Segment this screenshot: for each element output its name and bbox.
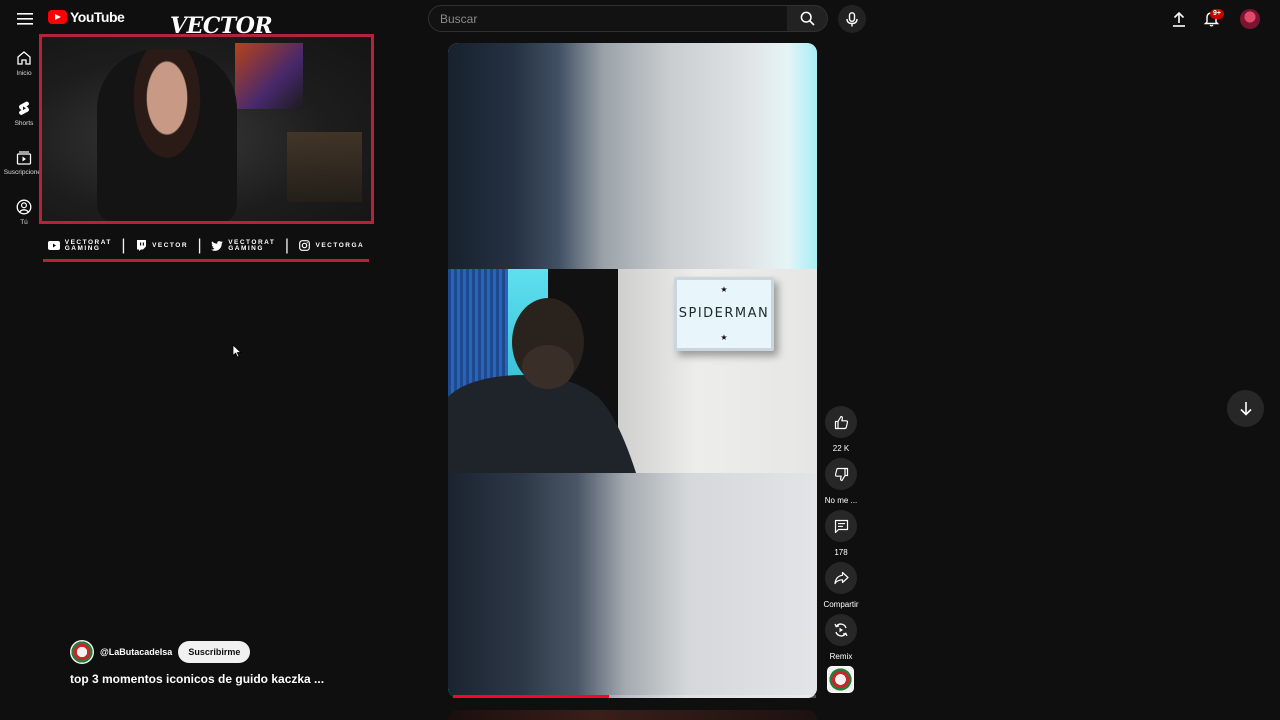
remix-button[interactable] xyxy=(825,614,857,646)
video-progress-bar[interactable] xyxy=(453,695,816,698)
star-icon: ★ xyxy=(720,285,728,295)
comments-button[interactable] xyxy=(825,510,857,542)
social-youtube-text: VECTORAT GAMING xyxy=(64,239,112,252)
search-icon xyxy=(800,11,815,26)
thumbs-up-icon xyxy=(834,415,848,429)
share-icon xyxy=(833,571,849,585)
divider: | xyxy=(121,236,126,254)
streamer-name: VECTOR xyxy=(170,13,273,39)
create-button[interactable] xyxy=(1168,8,1190,30)
upload-icon xyxy=(1173,11,1185,27)
search-input[interactable] xyxy=(429,6,787,31)
video-frame-bottom xyxy=(448,473,817,698)
social-line1: VECTORGA xyxy=(315,241,365,249)
youtube-icon xyxy=(47,241,60,251)
divider: | xyxy=(284,236,289,254)
channel-info: @LaButacadeIsa Suscribirme xyxy=(70,640,251,664)
youtube-play-icon xyxy=(48,10,67,24)
social-youtube: VECTORAT GAMING xyxy=(47,239,112,252)
share-label: Compartir xyxy=(823,600,859,609)
shorts-icon xyxy=(19,101,29,115)
sidebar-item-label: Shorts xyxy=(14,120,34,127)
social-twitter: VECTORAT GAMING xyxy=(211,239,275,252)
microphone-icon xyxy=(846,11,858,26)
comments-action: 178 xyxy=(822,510,860,557)
mouse-cursor-icon xyxy=(232,344,242,358)
comments-count: 178 xyxy=(834,548,848,557)
voice-search-button[interactable] xyxy=(838,5,866,33)
youtube-shorts-page: YouTube 9+ Inicio Shorts Suscripciones T… xyxy=(0,0,1280,720)
channel-name[interactable]: @LaButacadeIsa xyxy=(100,647,172,657)
webcam-overlay xyxy=(39,34,374,224)
short-video-player[interactable]: ★ SPIDERMAN ★ xyxy=(448,43,817,698)
remix-action: Remix xyxy=(822,614,860,661)
social-twitter-text: VECTORAT GAMING xyxy=(228,239,275,252)
notification-badge: 9+ xyxy=(1210,9,1224,19)
arrow-down-icon xyxy=(1239,402,1252,416)
audio-source-thumbnail[interactable] xyxy=(827,666,854,693)
sidebar-item-label: Tú xyxy=(20,219,28,226)
dislike-label: No me ... xyxy=(824,496,858,505)
logo-text: YouTube xyxy=(70,9,125,25)
dislike-action: No me ... xyxy=(822,458,860,505)
subscriptions-icon xyxy=(16,151,32,165)
twitch-icon xyxy=(135,240,147,251)
social-line1: VECTOR xyxy=(152,241,189,249)
dislike-button[interactable] xyxy=(825,458,857,490)
social-twitch: VECTOR xyxy=(135,240,189,251)
next-short-preview[interactable] xyxy=(448,710,817,720)
like-count: 22 K xyxy=(832,444,850,453)
instagram-icon xyxy=(299,240,311,251)
video-frame-middle: ★ SPIDERMAN ★ xyxy=(448,269,817,473)
twitter-icon xyxy=(211,240,224,251)
man-in-suit-image xyxy=(448,298,636,473)
next-video-button[interactable] xyxy=(1227,390,1264,427)
channel-avatar[interactable] xyxy=(70,640,94,664)
spiderman-sign: ★ SPIDERMAN ★ xyxy=(674,277,774,351)
like-action: 22 K xyxy=(822,406,860,453)
social-instagram: VECTORGA xyxy=(299,240,365,251)
comment-icon xyxy=(834,519,848,533)
arcade-background xyxy=(235,43,303,109)
streamer-image xyxy=(97,49,237,221)
social-links-bar: VECTORAT GAMING | VECTOR | VECTORAT GAMING… xyxy=(43,232,369,262)
search-button[interactable] xyxy=(787,5,828,32)
you-icon xyxy=(16,199,32,215)
hamburger-icon xyxy=(17,13,33,25)
video-frame-top xyxy=(448,43,817,269)
like-button[interactable] xyxy=(825,406,857,438)
share-button[interactable] xyxy=(825,562,857,594)
shelf-background xyxy=(287,132,362,202)
thumbs-down-icon xyxy=(834,467,848,481)
remix-icon xyxy=(834,623,848,637)
search-box[interactable] xyxy=(428,5,788,32)
social-line2: GAMING xyxy=(228,244,264,252)
home-icon xyxy=(17,51,31,65)
remix-label: Remix xyxy=(829,652,853,661)
star-icon: ★ xyxy=(720,332,728,342)
sidebar-item-label: Inicio xyxy=(16,70,32,77)
share-action: Compartir xyxy=(822,562,860,609)
account-avatar[interactable] xyxy=(1240,9,1260,29)
menu-button[interactable] xyxy=(12,6,38,32)
divider: | xyxy=(197,236,202,254)
social-line2: GAMING xyxy=(64,244,101,252)
subscribe-button[interactable]: Suscribirme xyxy=(178,641,251,663)
video-title[interactable]: top 3 momentos iconicos de guido kaczka … xyxy=(70,672,324,686)
youtube-logo[interactable]: YouTube xyxy=(48,9,125,25)
video-progress-fill xyxy=(453,695,610,698)
sign-text: SPIDERMAN xyxy=(678,306,770,322)
